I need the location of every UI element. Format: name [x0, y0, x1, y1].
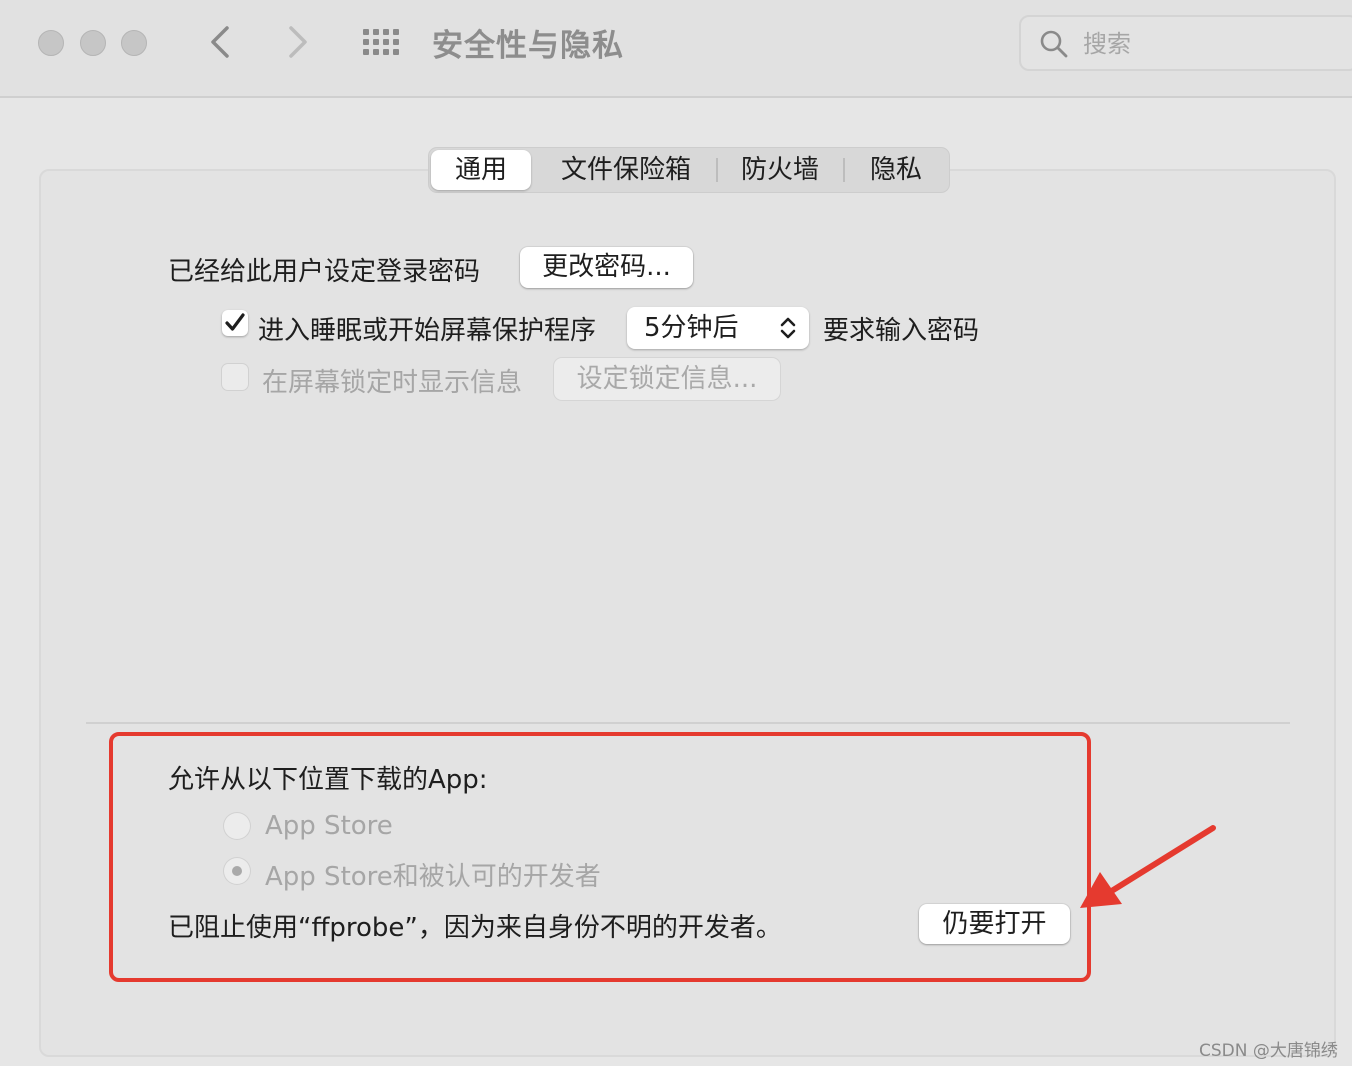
search-icon [1040, 30, 1068, 58]
tab-privacy[interactable]: 隐私 [851, 150, 941, 190]
title-bar: 安全性与隐私 [0, 0, 1352, 98]
require-password-suffix: 要求输入密码 [823, 316, 980, 346]
search-input[interactable] [1081, 25, 1335, 63]
zoom-window-button[interactable] [121, 30, 147, 56]
tab-separator [843, 158, 845, 182]
lock-message-checkbox[interactable] [222, 364, 248, 390]
annotation-arrow-icon [1080, 825, 1216, 908]
show-all-grid-icon[interactable] [362, 28, 402, 58]
password-delay-value: 5分钟后 [644, 313, 739, 343]
tab-general[interactable]: 通用 [431, 150, 531, 190]
require-password-checkbox[interactable] [222, 310, 248, 336]
checkmark-icon [225, 313, 245, 331]
change-password-button[interactable]: 更改密码... [520, 247, 693, 288]
lock-message-label: 在屏幕锁定时显示信息 [262, 368, 523, 398]
set-lock-message-button[interactable]: 设定锁定信息... [554, 358, 780, 400]
tab-firewall[interactable]: 防火墙 [725, 150, 835, 190]
password-set-label: 已经给此用户设定登录密码 [168, 257, 481, 287]
tab-filevault[interactable]: 文件保险箱 [541, 150, 711, 190]
window-title: 安全性与隐私 [432, 28, 624, 64]
back-arrow-icon[interactable] [200, 22, 240, 62]
password-delay-select[interactable]: 5分钟后 [627, 307, 809, 349]
close-window-button[interactable] [38, 30, 64, 56]
section-divider [86, 722, 1290, 724]
search-field[interactable] [1019, 15, 1352, 71]
watermark: CSDN @大唐锦绣 [1199, 1041, 1338, 1061]
require-password-label: 进入睡眠或开始屏幕保护程序 [258, 316, 597, 346]
tab-bar: 通用 文件保险箱 防火墙 隐私 [428, 147, 950, 193]
tab-separator [716, 158, 718, 182]
forward-arrow-icon[interactable] [278, 22, 318, 62]
annotation-highlight-box [109, 732, 1091, 982]
chevron-updown-icon [780, 317, 796, 339]
minimize-window-button[interactable] [80, 30, 106, 56]
